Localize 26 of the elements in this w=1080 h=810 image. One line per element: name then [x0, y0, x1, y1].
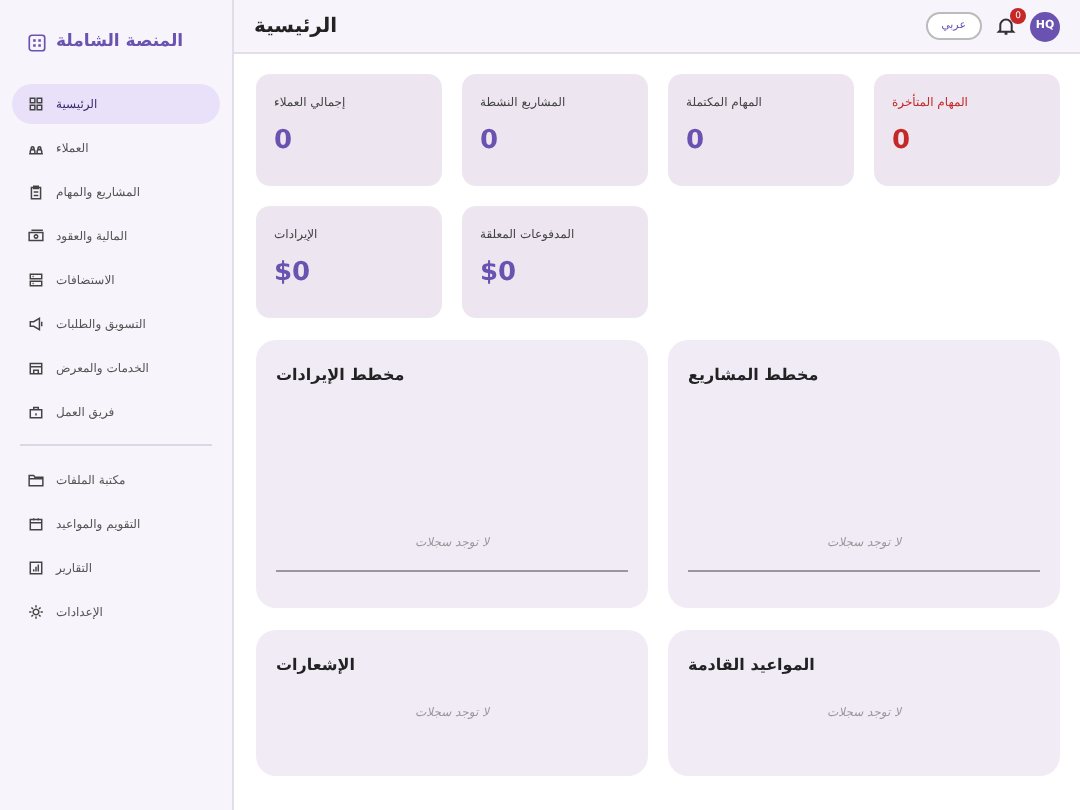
page-title: الرئيسية: [254, 15, 338, 37]
briefcase-icon: [28, 404, 44, 420]
stat-value: $0: [274, 258, 311, 288]
calendar-icon: [28, 516, 44, 532]
bell-icon[interactable]: [996, 16, 1016, 36]
stat-value: 0: [892, 126, 911, 156]
grid-icon: [28, 96, 44, 112]
panel-title: مخطط المشاريع: [688, 366, 819, 384]
panel-title: مخطط الإيرادات: [276, 366, 405, 384]
stat-value: 0: [274, 126, 293, 156]
folder-icon: [28, 472, 44, 488]
stat-value: 0: [686, 126, 705, 156]
grid-icon: [28, 33, 46, 51]
people-icon: [28, 140, 44, 156]
sidebar-title: المنصة الشاملة: [56, 32, 184, 52]
panel-title: المواعيد القادمة: [688, 656, 815, 674]
server-icon: [28, 272, 44, 288]
banknote-icon: [28, 228, 44, 244]
stat-value: $0: [480, 258, 517, 288]
clipboard-icon: [28, 184, 44, 200]
chart-icon: [28, 560, 44, 576]
megaphone-icon: [28, 316, 44, 332]
gear-icon: [28, 604, 44, 620]
store-icon: [28, 360, 44, 376]
panel-title: الإشعارات: [276, 656, 355, 674]
stat-value: 0: [480, 126, 499, 156]
